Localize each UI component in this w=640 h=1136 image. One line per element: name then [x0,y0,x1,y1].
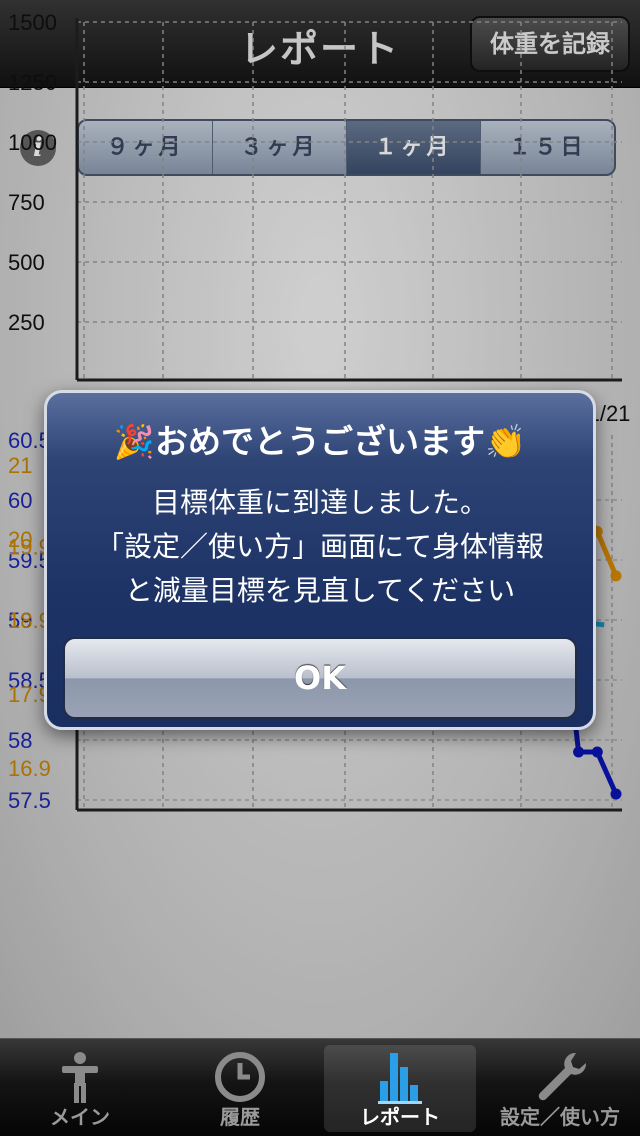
alert-message: 目標体重に到達しました。 「設定／使い方」画面にて身体情報 と減量目標を見直して… [95,486,544,607]
clock-icon [215,1052,265,1102]
wrench-icon [538,1052,587,1101]
tab-report[interactable]: レポート [320,1039,480,1136]
tab-main-label: メイン [50,1105,110,1129]
tab-bar: メイン 履歴 レポート 設定／使い方 [0,1038,640,1136]
alert-ok-button[interactable]: OK [63,637,577,719]
tab-history-label: 履歴 [220,1105,260,1129]
alert-title: 🎉おめでとうございます👏 [113,422,527,461]
tab-settings-label: 設定／使い方 [500,1105,620,1129]
tab-settings[interactable]: 設定／使い方 [480,1039,640,1136]
tab-report-label: レポート [360,1105,440,1129]
congratulations-alert: 🎉おめでとうございます👏 目標体重に到達しました。 「設定／使い方」画面にて身体… [44,390,596,730]
tab-history[interactable]: 履歴 [160,1039,320,1136]
bar-chart-icon [378,1053,422,1104]
person-icon [62,1052,98,1103]
tab-main[interactable]: メイン [0,1039,160,1136]
